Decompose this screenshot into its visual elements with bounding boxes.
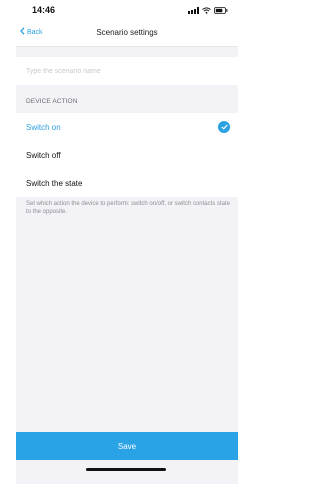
battery-icon bbox=[214, 6, 228, 14]
nav-bar: Back Scenario settings bbox=[16, 20, 238, 47]
phone-screen: 14:46 Back Scenario settings DEVICE ACTI… bbox=[16, 0, 238, 484]
option-switch-state[interactable]: Switch the state bbox=[16, 169, 238, 197]
save-label: Save bbox=[117, 441, 137, 451]
device-action-section-label: DEVICE ACTION bbox=[26, 98, 78, 105]
scenario-name-input[interactable] bbox=[16, 57, 238, 85]
signal-icon bbox=[188, 6, 199, 14]
status-time: 14:46 bbox=[32, 5, 56, 15]
option-switch-on[interactable]: Switch on bbox=[16, 113, 238, 141]
option-switch-off[interactable]: Switch off bbox=[16, 141, 238, 169]
wifi-icon bbox=[202, 6, 211, 14]
status-icons bbox=[188, 6, 228, 14]
option-label: Switch the state bbox=[26, 178, 83, 188]
page-title: Scenario settings bbox=[96, 28, 158, 37]
device-action-options: Switch on Switch off Switch the state bbox=[16, 113, 238, 197]
status-bar: 14:46 bbox=[16, 0, 238, 20]
option-label: Switch off bbox=[26, 150, 61, 160]
device-action-hint: Set which action the device to perform: … bbox=[26, 201, 230, 215]
checkmark-icon bbox=[218, 121, 230, 133]
save-button[interactable]: Save bbox=[16, 432, 238, 460]
home-indicator bbox=[86, 468, 166, 471]
option-label: Switch on bbox=[26, 122, 61, 132]
